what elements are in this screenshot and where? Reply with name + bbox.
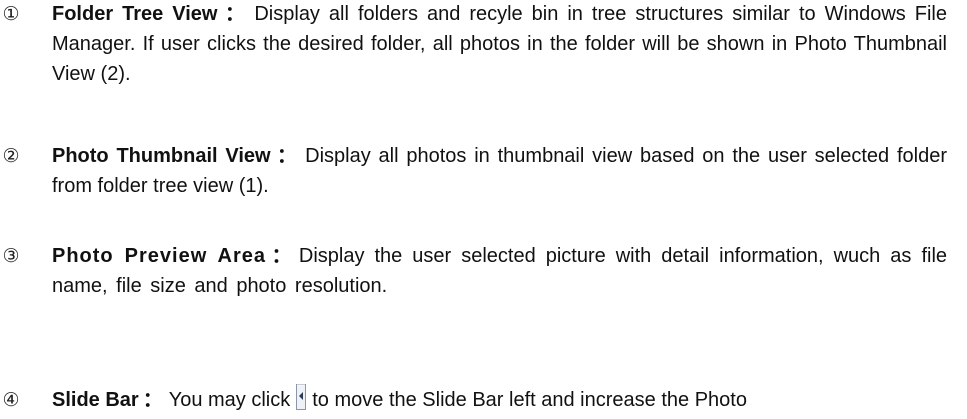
item-number: ④ [2, 389, 20, 411]
item-separator: ： [274, 145, 300, 167]
item-title: Photo Thumbnail View [52, 145, 271, 167]
item-separator: ： [221, 3, 249, 25]
item-number: ③ [2, 245, 20, 267]
item-number: ② [2, 145, 20, 167]
item-title: Photo Preview Area [52, 245, 266, 267]
item-text: Photo Thumbnail View： Display all photos … [52, 141, 947, 201]
item-text: Photo Preview Area： Display the user sele… [52, 241, 947, 301]
item-text: Folder Tree View： Display all folders and… [52, 0, 947, 89]
item-body-after: to move the Slide Bar left and increase … [312, 389, 747, 411]
item-separator: ： [270, 245, 293, 267]
item-title: Folder Tree View [52, 3, 218, 25]
item-separator: ： [142, 389, 163, 411]
item-text: Slide Bar： You may click to move the Slide… [52, 384, 947, 415]
item-body-before: You may click [168, 389, 291, 411]
item-number: ① [2, 3, 20, 25]
slide-left-arrow-icon[interactable] [296, 384, 307, 410]
item-title: Slide Bar [52, 389, 139, 411]
